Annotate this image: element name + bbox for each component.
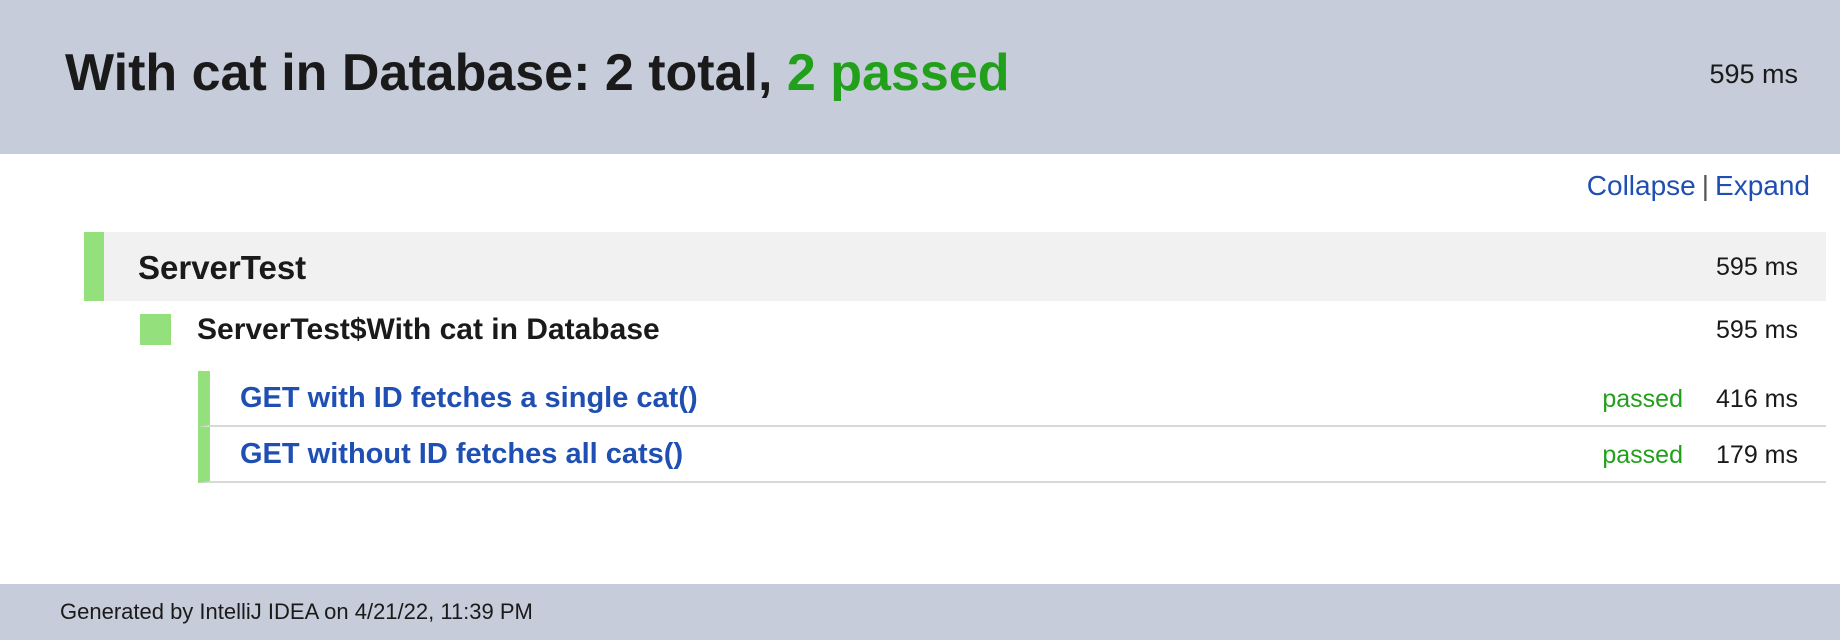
subsuite-duration: 595 ms [1716,316,1798,344]
test-name-link[interactable]: GET with ID fetches a single cat() [240,381,698,415]
report-title-summary: With cat in Database: 2 total, [65,44,787,102]
test-row: GET without ID fetches all cats() passed… [198,427,1826,483]
test-duration: 416 ms [1716,385,1798,413]
tree-controls: Collapse | Expand [1587,170,1810,202]
passed-count: 2 passed [786,44,1010,102]
test-status: passed [1602,441,1683,469]
report-title: With cat in Database: 2 total, 2 passed [65,43,1009,103]
suite-name: ServerTest [138,249,307,286]
total-duration: 595 ms [1709,59,1798,89]
test-name-link[interactable]: GET without ID fetches all cats() [240,437,683,471]
subsuite-row[interactable]: ServerTest$With cat in Database 595 ms [140,305,1826,355]
expand-link[interactable]: Expand [1715,170,1810,201]
generated-by-text: Generated by IntelliJ IDEA on 4/21/22, 1… [60,599,533,624]
report-footer: Generated by IntelliJ IDEA on 4/21/22, 1… [0,584,1840,640]
report-header: With cat in Database: 2 total, 2 passed … [0,0,1840,154]
pass-status-icon [140,314,171,345]
suite-duration: 595 ms [1716,253,1798,281]
subsuite-name: ServerTest$With cat in Database [197,313,660,346]
collapse-link[interactable]: Collapse [1587,170,1696,201]
controls-separator: | [1701,170,1710,201]
test-status: passed [1602,385,1683,413]
test-row: GET with ID fetches a single cat() passe… [198,371,1826,427]
test-duration: 179 ms [1716,441,1798,469]
suite-row[interactable]: ServerTest 595 ms [84,232,1826,301]
